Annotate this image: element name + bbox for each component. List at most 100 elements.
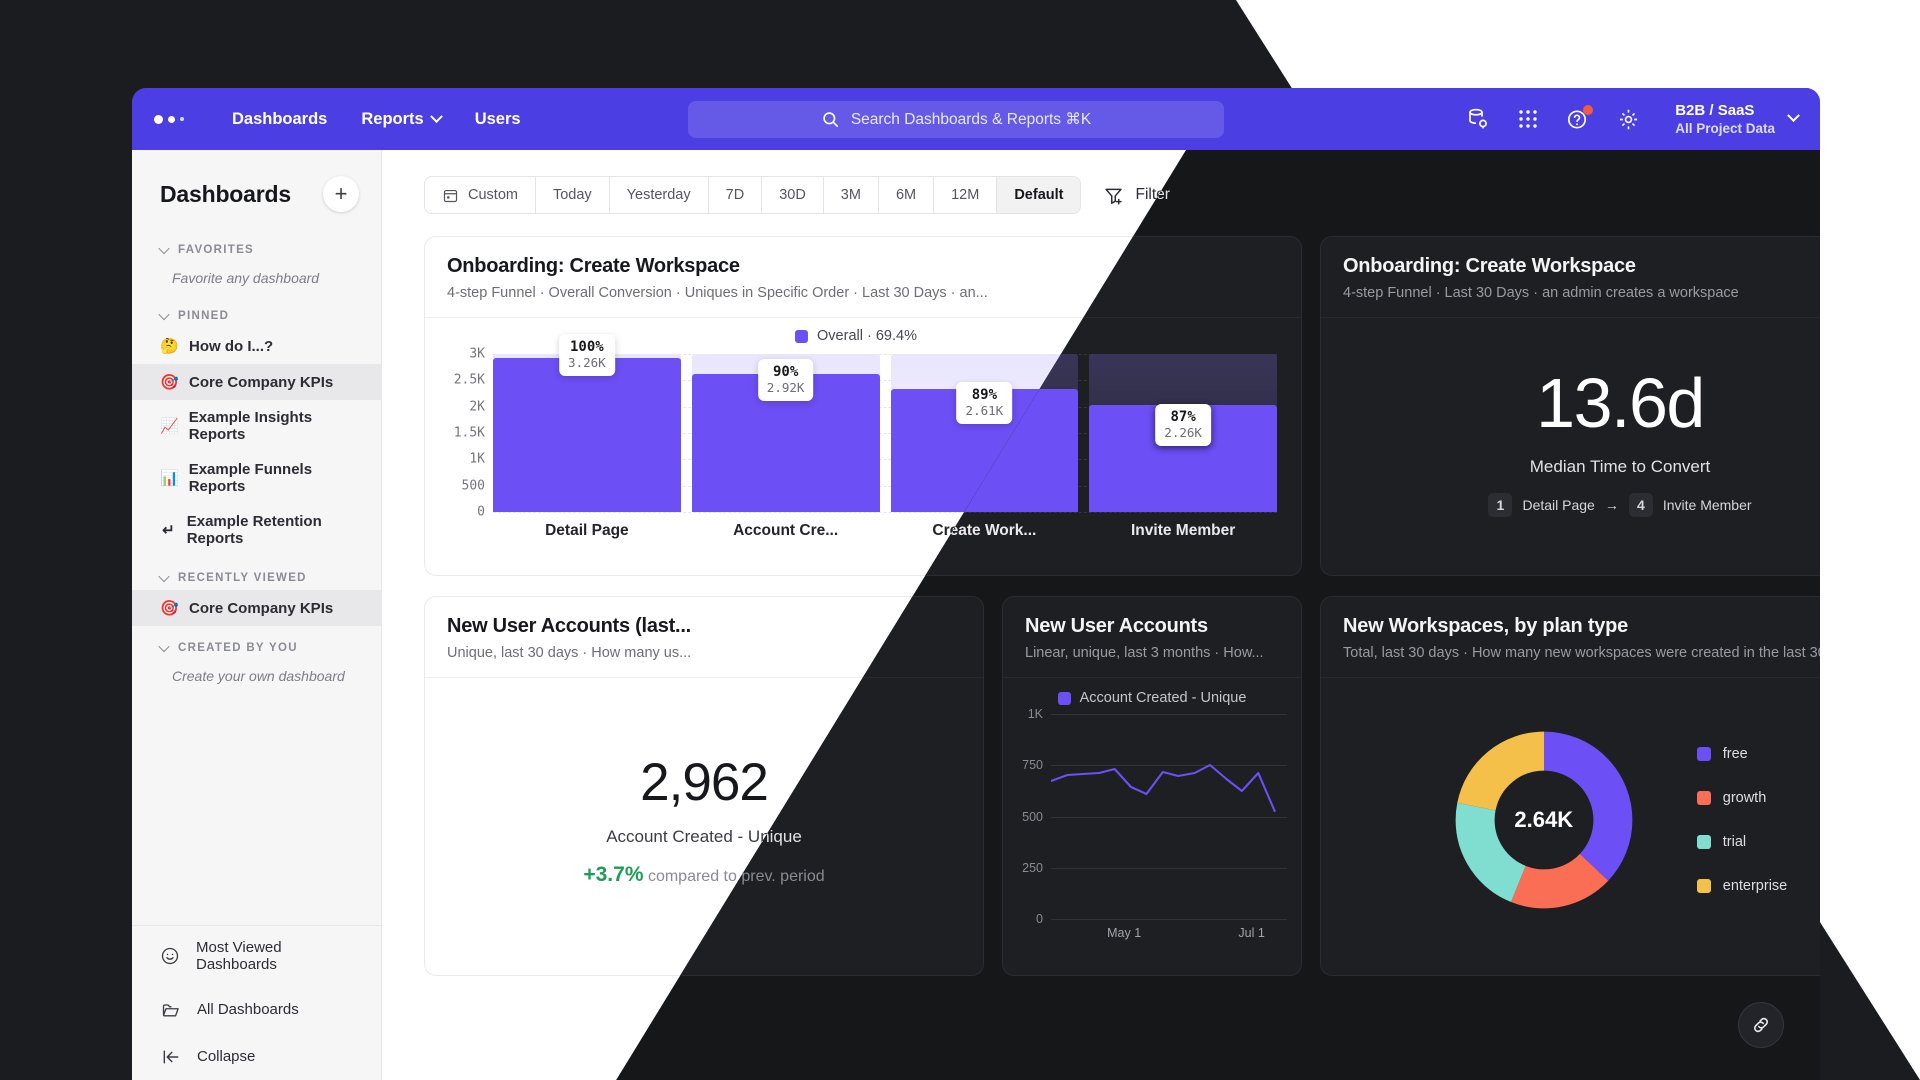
sidebar-item-core-company-kpis[interactable]: 🎯 Core Company KPIs — [132, 364, 381, 400]
range-3m-button[interactable]: 3M — [822, 177, 878, 213]
funnel-bar-0[interactable]: 100%3.26K — [493, 334, 681, 512]
legend-item-growth[interactable]: growth — [1696, 790, 1787, 806]
legend-item-free[interactable]: free — [1696, 745, 1787, 762]
database-gear-icon[interactable] — [1465, 106, 1491, 132]
range-today-button[interactable]: Today — [534, 177, 609, 213]
step-to-number: 4 — [1628, 492, 1653, 517]
sidebar-group-toggle[interactable]: RECENTLY VIEWED — [132, 566, 381, 590]
chevron-down-icon — [429, 109, 443, 123]
legend-swatch — [1696, 746, 1711, 761]
range-custom-button[interactable]: Custom — [425, 177, 535, 213]
sidebar-group-toggle[interactable]: CREATED BY YOU — [132, 636, 381, 660]
legend-label: free — [1722, 745, 1748, 762]
chart-increasing-icon: 📈 — [160, 418, 179, 435]
nav-item-dashboards[interactable]: Dashboards — [232, 110, 327, 129]
bar-value: 2.61K — [965, 403, 1004, 418]
sidebar-item-label: Example Insights Reports — [188, 409, 313, 443]
arrow-right-icon: → — [1604, 496, 1619, 513]
card-subtitle: 4-step Funnel · Last 30 Days · an admin … — [1343, 285, 1739, 301]
apps-grid-icon[interactable] — [1515, 106, 1541, 132]
y-tick: 2K — [469, 399, 485, 415]
bar-tooltip: 89%2.61K — [956, 382, 1013, 424]
search-input[interactable]: Search Dashboards & Reports ⌘K — [688, 101, 1224, 138]
chevron-down-icon — [158, 570, 170, 583]
nav-item-users[interactable]: Users — [475, 110, 521, 129]
sidebar-item-example-funnels-reports[interactable]: 📊 Example Funnels Reports — [132, 452, 381, 504]
three-dots-logo-icon[interactable] — [154, 114, 184, 124]
range-default-button[interactable]: Default — [996, 177, 1081, 213]
funnel-y-axis: 3K 2.5K 2K 1.5K 1K 500 0 — [435, 347, 485, 520]
range-label: 12M — [951, 187, 980, 203]
legend-item-enterprise[interactable]: enterprise — [1696, 877, 1788, 894]
sidebar-group-recently-viewed: RECENTLY VIEWED 🎯 Core Company KPIs — [132, 566, 381, 626]
help-circle-icon[interactable] — [1565, 105, 1594, 132]
range-6m-button[interactable]: 6M — [877, 177, 934, 213]
card-median-time-to-convert[interactable]: Onboarding: Create Workspace 4-step Funn… — [1320, 236, 1820, 576]
sidebar-group-created-by-you: CREATED BY YOU Create your own dashboard — [132, 636, 381, 692]
legend-item-trial[interactable]: trial — [1696, 834, 1787, 850]
sidebar-group-pinned: PINNED 🤔How do I...? 🎯Core Company KPIs … — [132, 304, 381, 556]
sidebar-group-toggle[interactable]: PINNED — [132, 304, 381, 328]
range-label: 6M — [895, 187, 917, 203]
funnel-bar-1[interactable]: 90%2.92K — [691, 354, 880, 512]
dart-target-icon: 🎯 — [160, 374, 179, 391]
sidebar-group-toggle[interactable]: FAVORITES — [132, 238, 381, 262]
range-label: Custom — [468, 187, 518, 203]
range-12m-button[interactable]: 12M — [933, 177, 997, 213]
median-value: 13.6d — [1536, 363, 1705, 442]
range-yesterday-button[interactable]: Yesterday — [608, 177, 708, 213]
sidebar-item-label: Example Funnels Reports — [188, 461, 313, 495]
line-plot-area: 1K 750 500 250 0 May 1 Jul 1 — [1022, 707, 1287, 940]
sidebar-item-most-viewed-dashboards[interactable]: Most Viewed Dashboards — [132, 926, 381, 986]
range-30d-button[interactable]: 30D — [761, 177, 823, 213]
sidebar-item-example-insights-reports[interactable]: 📈 Example Insights Reports — [132, 400, 381, 452]
nav-item-reports[interactable]: Reports — [361, 109, 443, 129]
sidebar-item-example-retention-reports[interactable]: ↵ Example Retention Reports — [132, 504, 381, 556]
search-icon — [823, 112, 838, 128]
add-dashboard-button[interactable]: + — [323, 176, 359, 212]
range-7d-button[interactable]: 7D — [707, 177, 762, 213]
sidebar: Dashboards + FAVORITES Favorite any dash… — [132, 150, 382, 1080]
sidebar-item-label: Core Company KPIs — [189, 599, 334, 617]
sidebar-header: Dashboards + — [132, 150, 381, 228]
sidebar-item-all-dashboards[interactable]: All Dashboards — [132, 986, 381, 1033]
bar-value: 3.26K — [568, 355, 606, 370]
y-tick: 250 — [1022, 860, 1043, 875]
card-header: New Workspaces, by plan type Total, last… — [1321, 597, 1820, 678]
calendar-icon — [443, 189, 458, 202]
sidebar-item-how-do-i[interactable]: 🤔 How do I...? — [132, 328, 381, 364]
median-label: Median Time to Convert — [1529, 456, 1711, 476]
chevron-down-icon — [158, 640, 170, 653]
range-label: Today — [552, 187, 592, 203]
sidebar-item-label: Collapse — [197, 1048, 256, 1065]
card-new-user-accounts-line[interactable]: New User Accounts Linear, unique, last 3… — [1002, 596, 1302, 976]
legend-label: enterprise — [1722, 877, 1788, 894]
median-body: 13.6d Median Time to Convert 1 Detail Pa… — [1321, 318, 1820, 561]
card-header: New User Accounts Linear, unique, last 3… — [1003, 597, 1301, 678]
sidebar-empty-text: Create your own dashboard — [172, 668, 345, 684]
card-new-workspaces-by-plan-type[interactable]: New Workspaces, by plan type Total, last… — [1320, 596, 1820, 976]
donut-chart: 2.64K free growth trial enterprise — [1321, 678, 1820, 961]
y-tick: 1K — [469, 451, 485, 467]
bar-fill — [493, 358, 681, 512]
filter-plus-icon — [1105, 188, 1123, 205]
topbar-actions: B2B / SaaS All Project Data — [1465, 88, 1800, 150]
funnel-step-range: 1 Detail Page → 4 Invite Member — [1488, 492, 1752, 517]
project-selector[interactable]: B2B / SaaS All Project Data — [1675, 101, 1800, 137]
count-value: 2,962 — [640, 753, 769, 812]
sidebar-item-label: Example Retention Reports — [186, 513, 322, 547]
sidebar-empty-text: Favorite any dashboard — [172, 270, 320, 286]
nav-label: Users — [474, 109, 521, 128]
gear-icon[interactable] — [1615, 106, 1641, 132]
sidebar-item-collapse[interactable]: Collapse — [132, 1033, 381, 1080]
search-placeholder: Search Dashboards & Reports ⌘K — [850, 111, 1092, 128]
return-arrow-icon: ↵ — [162, 522, 175, 539]
card-title: New User Accounts — [1025, 615, 1208, 637]
legend-swatch — [1696, 834, 1711, 849]
share-link-button[interactable] — [1738, 1002, 1784, 1048]
x-tick: Jul 1 — [1238, 926, 1265, 940]
link-chain-icon — [1754, 1017, 1768, 1033]
sidebar-item-recent-core-company-kpis[interactable]: 🎯 Core Company KPIs — [132, 590, 381, 626]
y-tick: 750 — [1022, 758, 1043, 773]
sidebar-group-favorites: FAVORITES Favorite any dashboard — [132, 238, 381, 294]
